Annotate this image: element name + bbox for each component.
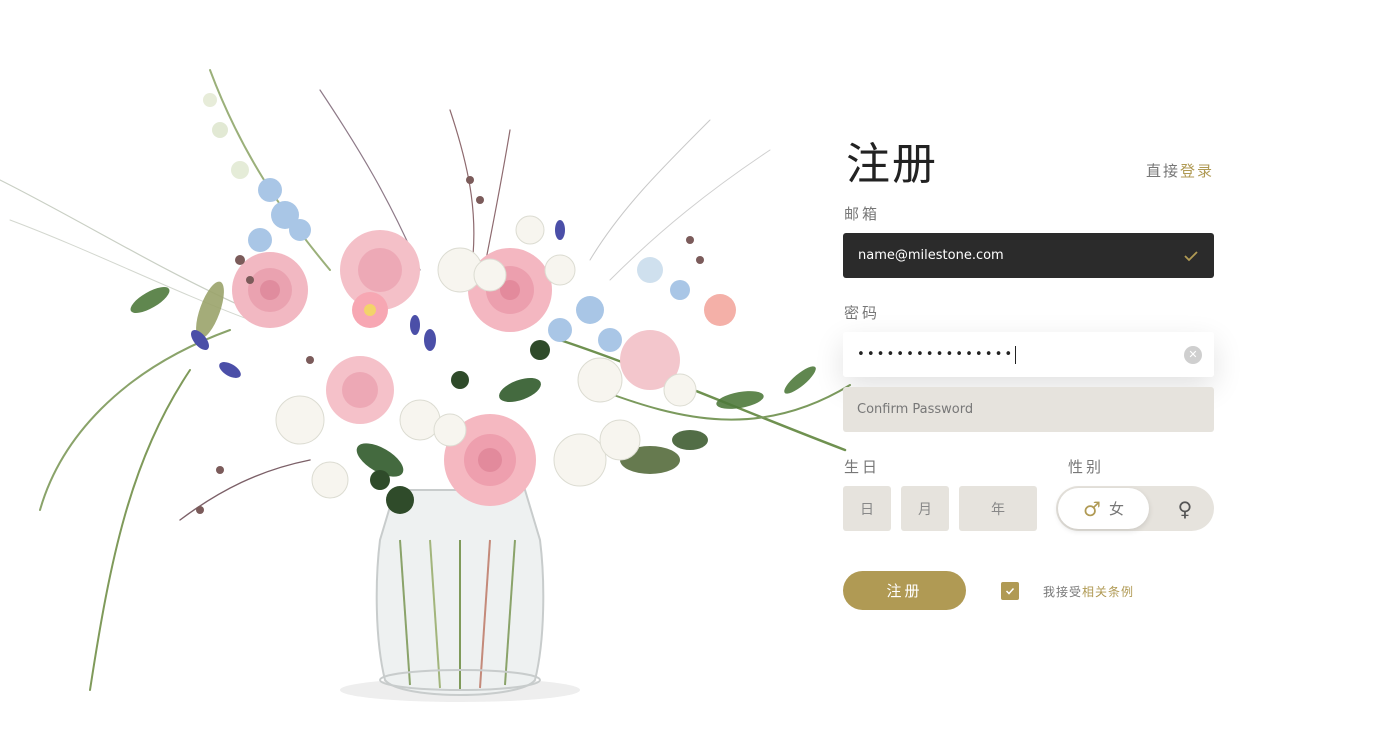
gender-option-male[interactable]: ♂ 女 bbox=[1058, 488, 1149, 529]
email-field-container bbox=[843, 233, 1214, 278]
birthday-day-select[interactable]: 日 bbox=[843, 486, 891, 531]
male-icon: ♂ bbox=[1083, 496, 1101, 521]
birthday-month-select[interactable]: 月 bbox=[901, 486, 949, 531]
password-value: •••••••••••••••• bbox=[857, 345, 1184, 364]
birthday-year-select[interactable]: 年 bbox=[959, 486, 1037, 531]
bouquet-image bbox=[0, 69, 851, 702]
text-caret bbox=[1015, 345, 1017, 364]
terms-prefix: 我接受 bbox=[1043, 584, 1083, 599]
terms-text: 我接受相关条例 bbox=[1043, 583, 1134, 600]
register-button[interactable]: 注册 bbox=[843, 571, 966, 610]
clear-icon[interactable]: ✕ bbox=[1184, 345, 1202, 364]
gender-option-female[interactable]: ♀ bbox=[1156, 486, 1214, 531]
login-prompt-text: 直接 bbox=[1145, 162, 1180, 180]
terms-link[interactable]: 相关条例 bbox=[1082, 585, 1134, 599]
gender-toggle: ♂ 女 ♀ bbox=[1056, 486, 1214, 531]
female-icon: ♀ bbox=[1177, 496, 1193, 521]
gender-option-label: 女 bbox=[1108, 500, 1124, 518]
password-dots: •••••••••••••••• bbox=[857, 347, 1015, 362]
password-field[interactable]: •••••••••••••••• ✕ bbox=[843, 332, 1214, 377]
register-form: 注册 直接登录 邮箱 密码 •••••••••••••••• ✕ 生日 日 月 … bbox=[843, 0, 1214, 750]
confirm-password-field[interactable] bbox=[843, 387, 1214, 432]
password-label: 密码 bbox=[844, 304, 881, 322]
email-field[interactable] bbox=[858, 248, 1183, 263]
check-icon bbox=[1184, 250, 1198, 261]
login-prompt: 直接登录 bbox=[1146, 160, 1214, 181]
birthday-label: 生日 bbox=[844, 458, 881, 476]
page-title: 注册 bbox=[846, 139, 938, 190]
checkmark-icon bbox=[1005, 587, 1015, 595]
gender-label: 性别 bbox=[1068, 458, 1105, 476]
login-link[interactable]: 登录 bbox=[1180, 162, 1214, 180]
terms-checkbox[interactable] bbox=[1001, 582, 1019, 600]
email-label: 邮箱 bbox=[844, 205, 881, 223]
terms-agreement: 我接受相关条例 bbox=[1001, 582, 1134, 600]
